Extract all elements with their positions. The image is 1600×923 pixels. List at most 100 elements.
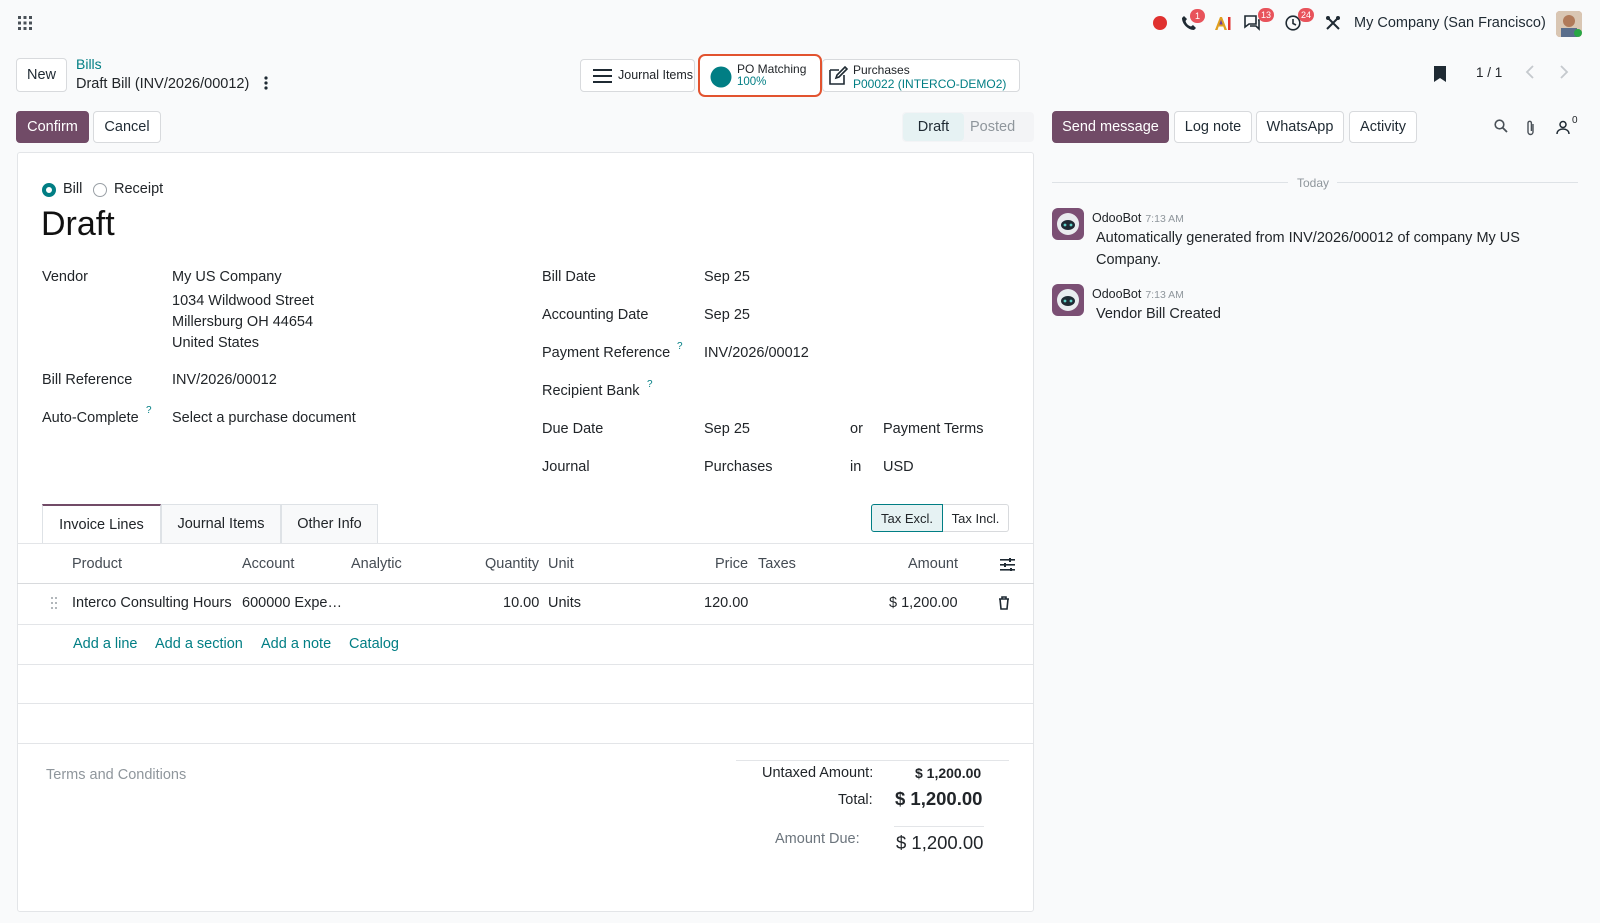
message-2-author[interactable]: OdooBot [1092,287,1141,301]
today-separator: Today [1297,176,1330,190]
bookmark-icon[interactable] [1432,64,1448,84]
add-line-link[interactable]: Add a line [73,636,138,652]
smart-button-journal-items[interactable]: Journal Items [580,59,695,92]
drag-handle-icon[interactable] [49,596,59,610]
journal-field[interactable]: Purchases [704,457,773,478]
pager-value[interactable]: 1 / 1 [1476,65,1502,80]
phone-badge: 1 [1190,9,1205,23]
column-product[interactable]: Product [72,556,122,572]
apps-menu-icon[interactable] [16,14,34,32]
message-2-header: OdooBot 7:13 AM [1092,285,1184,301]
pager-next-icon[interactable] [1554,60,1574,84]
bill-reference-field[interactable]: INV/2026/00012 [172,370,277,391]
activity-button[interactable]: Activity [1349,111,1417,143]
followers-count: 0 [1572,115,1578,126]
line-product[interactable]: Interco Consulting Hours [72,595,232,611]
untaxed-amount-label: Untaxed Amount: [762,765,874,781]
catalog-link[interactable]: Catalog [349,636,399,652]
log-note-button[interactable]: Log note [1174,111,1252,143]
followers-icon[interactable] [1554,118,1572,136]
record-icon[interactable] [1152,15,1168,31]
tax-incl-toggle[interactable]: Tax Incl. [943,504,1009,532]
ai-icon[interactable] [1213,14,1233,32]
list-icon [592,68,612,84]
breadcrumb-bills[interactable]: Bills [76,56,102,72]
today-divider-left [1052,182,1288,183]
bill-date-field[interactable]: Sep 25 [704,267,750,288]
odoobot-avatar-2[interactable] [1052,284,1084,316]
column-unit[interactable]: Unit [548,556,574,572]
payment-terms-field[interactable]: Payment Terms [883,419,983,440]
column-taxes[interactable]: Taxes [758,556,796,572]
accounting-date-field[interactable]: Sep 25 [704,305,750,326]
tax-excl-toggle[interactable]: Tax Excl. [871,504,943,532]
line-quantity[interactable]: 10.00 [503,595,539,611]
search-icon[interactable] [1492,117,1510,135]
column-account[interactable]: Account [242,556,294,572]
purchases-label: Purchases [853,63,910,77]
message-1-body: Automatically generated from INV/2026/00… [1096,230,1520,268]
empty-row-divider-2 [17,703,1034,704]
company-switcher[interactable]: My Company (San Francisco) [1354,15,1546,31]
radio-receipt[interactable] [93,183,107,197]
confirm-button[interactable]: Confirm [16,111,89,143]
send-message-button[interactable]: Send message [1052,111,1169,143]
column-quantity[interactable]: Quantity [485,556,539,572]
new-button[interactable]: New [16,58,67,92]
payment-reference-field[interactable]: INV/2026/00012 [704,343,809,364]
column-settings-icon[interactable] [998,555,1016,573]
recipient-bank-field[interactable] [704,380,1004,402]
record-title: Draft [41,205,115,243]
odoobot-avatar[interactable] [1052,208,1084,240]
tabs-divider [17,543,1034,544]
payment-reference-help-icon[interactable]: ? [677,341,683,352]
pager-previous-icon[interactable] [1520,60,1540,84]
terms-and-conditions-field[interactable]: Terms and Conditions [46,767,186,783]
column-analytic[interactable]: Analytic [351,556,402,572]
empty-row-divider-1 [17,664,1034,665]
today-divider-right [1337,182,1578,183]
empty-row-divider-3 [17,743,1034,744]
breadcrumb-current: Draft Bill (INV/2026/00012) [76,76,250,92]
vendor-city: Millersburg OH 44654 [172,314,314,330]
tab-invoice-lines[interactable]: Invoice Lines [42,504,161,544]
due-date-field[interactable]: Sep 25 [704,419,750,440]
tab-other-info[interactable]: Other Info [281,504,378,544]
line-unit[interactable]: Units [548,595,581,611]
status-draft[interactable]: Draft [903,113,964,141]
auto-complete-field[interactable]: Select a purchase document [172,408,356,429]
user-avatar[interactable] [1556,11,1582,37]
add-section-link[interactable]: Add a section [155,636,243,652]
auto-complete-help-icon[interactable]: ? [146,405,152,416]
actions-kebab-icon[interactable] [258,74,274,92]
progress-circle-icon [710,66,732,88]
message-1-author[interactable]: OdooBot [1092,211,1141,225]
vendor-name[interactable]: My US Company [172,267,282,288]
currency-field[interactable]: USD [883,457,914,478]
whatsapp-button[interactable]: WhatsApp [1256,111,1344,143]
line-price[interactable]: 120.00 [704,595,748,611]
header-divider [17,583,1034,584]
accounting-date-label: Accounting Date [542,307,649,323]
tools-icon[interactable] [1324,14,1342,32]
tab-journal-items[interactable]: Journal Items [161,504,281,544]
cancel-button[interactable]: Cancel [93,111,161,143]
radio-bill[interactable] [42,183,56,197]
total-value: $ 1,200.00 [895,788,983,809]
line-account[interactable]: 600000 Expe… [242,595,342,611]
message-2-time: 7:13 AM [1145,289,1184,301]
column-amount[interactable]: Amount [908,556,958,572]
add-note-link[interactable]: Add a note [261,636,331,652]
status-posted[interactable]: Posted [970,119,1015,135]
message-1-time: 7:13 AM [1145,213,1184,225]
column-price[interactable]: Price [715,556,748,572]
messages-badge: 13 [1258,8,1275,22]
recipient-bank-help-icon[interactable]: ? [647,379,653,390]
bill-reference-label: Bill Reference [42,372,133,388]
in-label: in [850,459,862,475]
attachment-icon[interactable] [1523,118,1539,138]
delete-line-icon[interactable] [996,595,1012,611]
smart-button-po-matching[interactable]: PO Matching 100% [698,54,822,97]
smart-button-purchases[interactable]: Purchases P00022 (INTERCO-DEMO2) [822,59,1020,92]
message-1-header: OdooBot 7:13 AM [1092,209,1184,225]
